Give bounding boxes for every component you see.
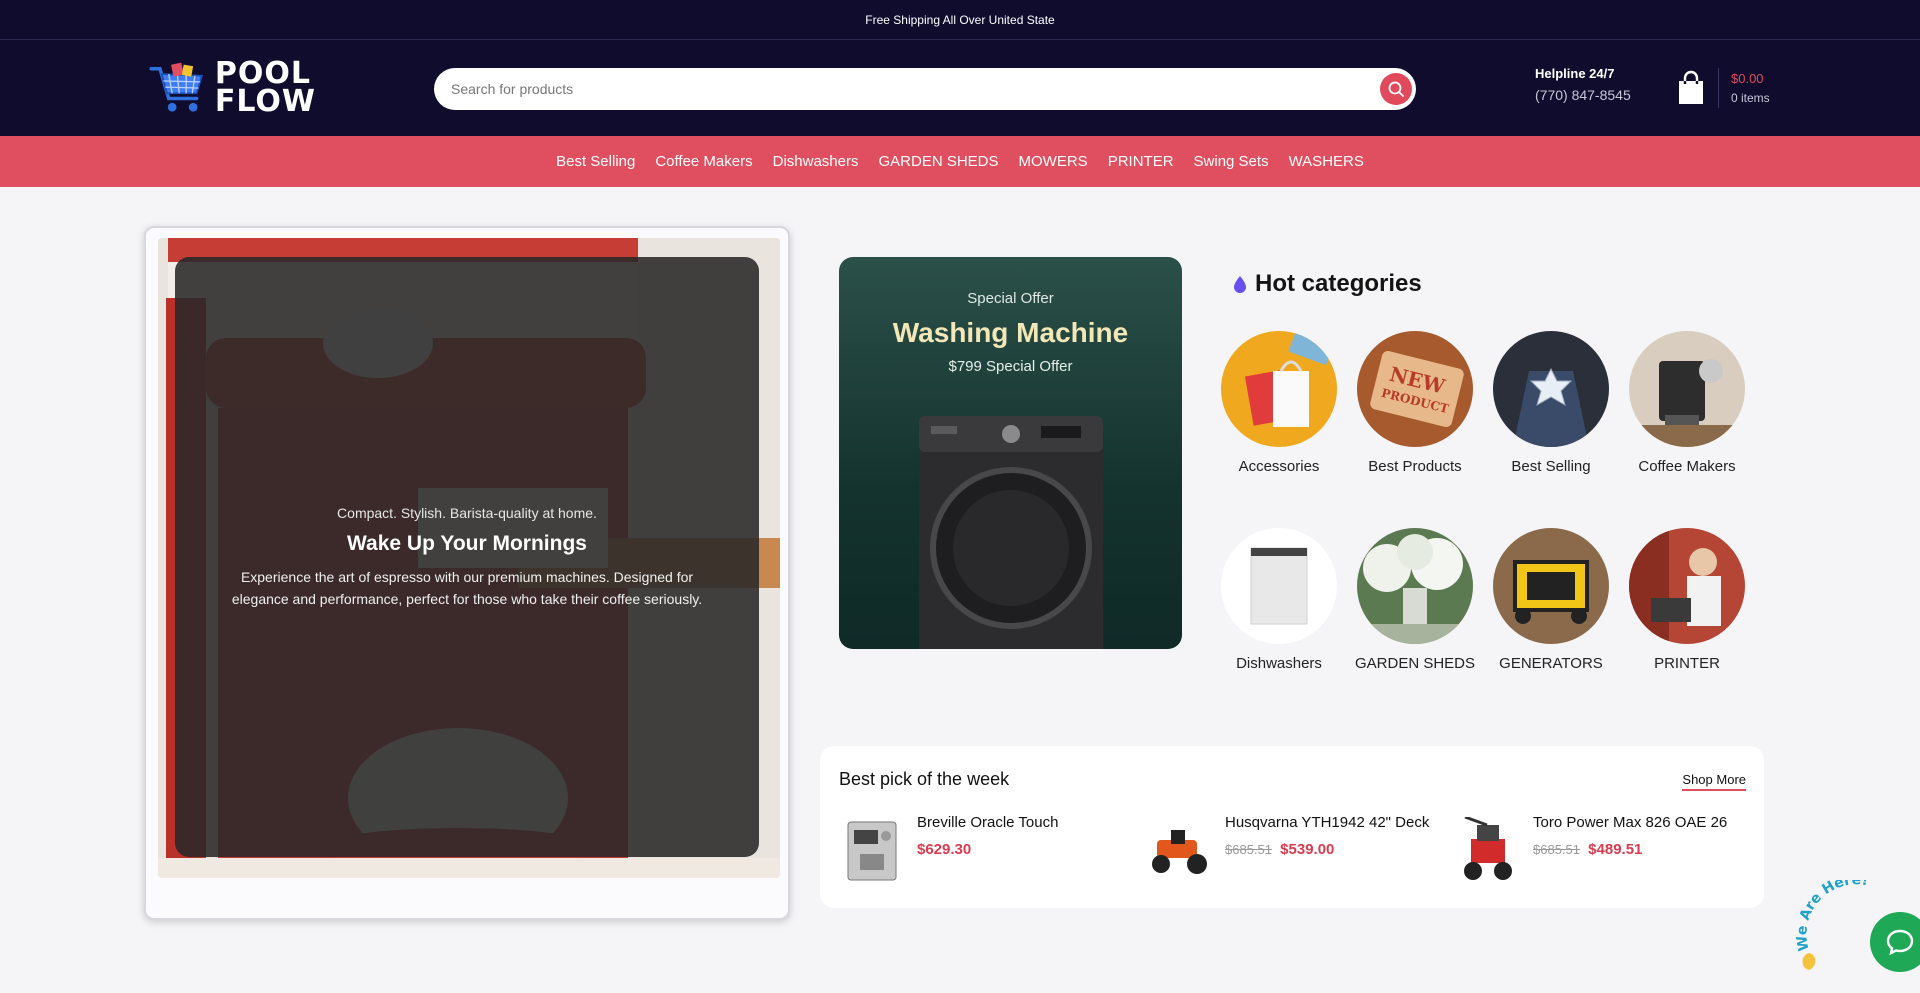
category-label: PRINTER: [1654, 655, 1720, 672]
nav-item-printer[interactable]: PRINTER: [1108, 153, 1174, 170]
offer-title: Washing Machine: [892, 317, 1129, 348]
chat-label: We Are Here!: [1795, 880, 1869, 952]
helpline-phone[interactable]: (770) 847-8545: [1535, 87, 1631, 103]
product-old-price: $685.51: [1225, 842, 1272, 857]
logo-wordmark: POOL FLOW: [214, 59, 316, 119]
nav-item-mowers[interactable]: MOWERS: [1019, 153, 1088, 170]
shopping-cart-logo-icon: [149, 62, 204, 112]
nav-item-washers[interactable]: WASHERS: [1289, 153, 1364, 170]
search-bar: [434, 68, 1416, 110]
helpline: Helpline 24/7 (770) 847-8545: [1535, 66, 1631, 103]
product-name: Breville Oracle Touch: [917, 814, 1059, 831]
site-logo[interactable]: POOL FLOW: [146, 52, 316, 124]
search-icon: [1388, 81, 1404, 97]
category-garden-sheds[interactable]: GARDEN SHEDS: [1347, 528, 1483, 674]
nav-item-dishwashers[interactable]: Dishwashers: [773, 153, 859, 170]
hero-title: Wake Up Your Mornings: [347, 531, 587, 555]
nav-item-coffee-makers[interactable]: Coffee Makers: [655, 153, 752, 170]
category-generators[interactable]: GENERATORS: [1483, 528, 1619, 674]
product-thumbnail: [1147, 812, 1213, 888]
category-best-selling-image: [1493, 331, 1609, 447]
drop-icon: [1234, 276, 1246, 293]
shopping-bag-icon: [1679, 70, 1703, 104]
category-coffee-makers-image: [1629, 331, 1745, 447]
nav-item-swing-sets[interactable]: Swing Sets: [1194, 153, 1269, 170]
category-generators-image: [1493, 528, 1609, 644]
category-dishwashers[interactable]: Dishwashers: [1211, 528, 1347, 674]
category-label: Best Products: [1368, 458, 1462, 475]
cart-divider: [1718, 68, 1719, 108]
product-name: Toro Power Max 826 OAE 26: [1533, 814, 1728, 831]
category-label: Coffee Makers: [1638, 458, 1736, 475]
cart-item-count: 0 items: [1731, 91, 1770, 105]
product-old-price: $685.51: [1533, 842, 1580, 857]
search-input[interactable]: [451, 81, 1380, 97]
category-best-products-image: NEW PRODUCT: [1357, 331, 1473, 447]
special-offer-card[interactable]: Special Offer Washing Machine $799 Speci…: [839, 257, 1182, 649]
chat-bubble-icon: [1886, 929, 1914, 956]
category-dishwashers-image: [1221, 528, 1337, 644]
shop-more-link[interactable]: Shop More: [1682, 772, 1746, 791]
category-nav: Best Selling Coffee Makers Dishwashers G…: [0, 136, 1920, 187]
category-accessories-image: [1221, 331, 1337, 447]
best-pick-item[interactable]: Husqvarna YTH1942 42" Deck $685.51 $539.…: [1147, 812, 1429, 888]
category-accessories[interactable]: Accessories: [1211, 331, 1347, 477]
best-pick-item[interactable]: Breville Oracle Touch $629.30: [839, 812, 1058, 888]
category-label: Accessories: [1238, 458, 1320, 475]
category-printer[interactable]: PRINTER: [1619, 528, 1755, 674]
category-label: GENERATORS: [1499, 655, 1603, 672]
category-label: GARDEN SHEDS: [1354, 655, 1476, 672]
washing-machine-image: [919, 416, 1103, 649]
best-pick-title: Best pick of the week: [839, 769, 1010, 789]
chat-widget: We Are Here!: [1795, 880, 1920, 980]
hero-description: Experience the art of espresso with our …: [231, 568, 703, 607]
category-garden-sheds-image: [1357, 528, 1473, 644]
helpline-title: Helpline 24/7: [1535, 66, 1615, 81]
search-button[interactable]: [1380, 73, 1412, 105]
svg-text:We Are Here!: We Are Here!: [1795, 880, 1869, 952]
product-thumbnail: [1455, 812, 1521, 888]
category-label: Best Selling: [1511, 458, 1591, 475]
product-price: $629.30: [917, 841, 972, 858]
category-coffee-makers[interactable]: Coffee Makers: [1619, 331, 1755, 477]
category-best-selling[interactable]: Best Selling: [1483, 331, 1619, 477]
category-best-products[interactable]: NEW PRODUCT Best Products: [1347, 331, 1483, 477]
waving-hand-icon: [1802, 953, 1816, 970]
category-label: Dishwashers: [1236, 655, 1322, 672]
site-header: POOL FLOW Helpline 24/7 (770) 847-8545 $…: [0, 40, 1920, 136]
hot-categories-heading: Hot categories: [1233, 270, 1422, 298]
hero-text-overlay: Compact. Stylish. Barista-quality at hom…: [175, 257, 759, 857]
product-price: $489.51: [1588, 841, 1643, 858]
best-pick-section: Best pick of the week Shop More Breville…: [820, 746, 1764, 908]
hero-subtitle: Compact. Stylish. Barista-quality at hom…: [337, 504, 597, 521]
cart-button[interactable]: $0.00 0 items: [1676, 68, 1770, 108]
product-thumbnail: [839, 812, 905, 888]
product-price: $539.00: [1280, 841, 1335, 858]
hot-categories-title: Hot categories: [1255, 270, 1422, 297]
announcement-text: Free Shipping All Over United State: [865, 12, 1055, 27]
category-printer-image: [1629, 528, 1745, 644]
offer-label: Special Offer: [967, 290, 1054, 307]
announcement-bar: Free Shipping All Over United State: [0, 0, 1920, 40]
nav-item-garden-sheds[interactable]: GARDEN SHEDS: [878, 153, 998, 170]
best-pick-item[interactable]: Toro Power Max 826 OAE 26 $685.51 $489.5…: [1455, 812, 1727, 888]
nav-item-best-selling[interactable]: Best Selling: [556, 153, 635, 170]
offer-price: $799 Special Offer: [948, 358, 1073, 375]
logo-line-2: FLOW: [214, 84, 316, 119]
product-name: Husqvarna YTH1942 42" Deck: [1225, 814, 1430, 831]
cart-amount: $0.00: [1731, 71, 1764, 86]
